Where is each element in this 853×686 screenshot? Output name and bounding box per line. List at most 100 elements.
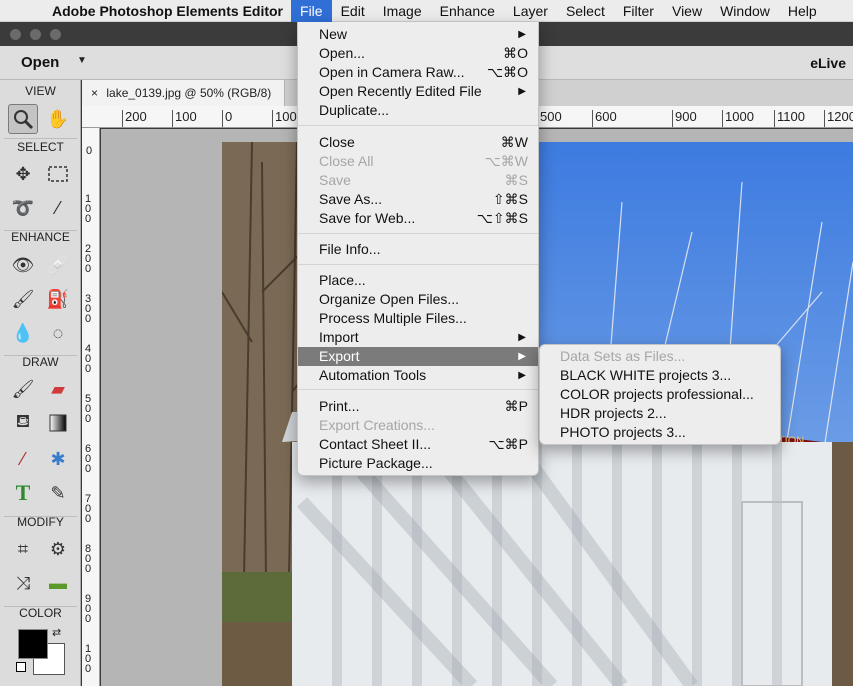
menu-item-open-recent[interactable]: Open Recently Edited File ▶ — [298, 82, 538, 101]
ruler-label: 900 — [672, 110, 697, 127]
ruler-label: 9 0 0 — [84, 593, 92, 625]
menu-item-save-for-web[interactable]: Save for Web... ⌥⇧⌘S — [298, 209, 538, 228]
default-colors-icon[interactable] — [16, 662, 26, 672]
menu-separator — [298, 233, 538, 234]
menu-item-close[interactable]: Close ⌘W — [298, 133, 538, 152]
menu-item-import[interactable]: Import ▶ — [298, 328, 538, 347]
ruler-label: 1 0 0 — [84, 193, 92, 225]
ruler-label: 200 — [122, 110, 147, 127]
ruler-label: 100 — [272, 110, 297, 127]
type-tool-icon[interactable]: T — [8, 478, 38, 508]
menu-item-export[interactable]: Export ▶ — [298, 347, 538, 366]
blur-tool-icon[interactable]: 💧 — [8, 318, 38, 348]
elive-button[interactable]: eLive — [810, 55, 846, 71]
marquee-tool-icon[interactable] — [43, 159, 73, 189]
lasso-tool-icon[interactable]: ➰ — [8, 193, 38, 223]
menu-edit[interactable]: Edit — [332, 0, 374, 22]
menu-item-open-camera-raw[interactable]: Open in Camera Raw... ⌥⌘O — [298, 63, 538, 82]
zoom-tool-icon[interactable] — [8, 104, 38, 134]
menu-separator — [298, 125, 538, 126]
ruler-label: 2 0 0 — [84, 243, 92, 275]
menu-separator — [298, 389, 538, 390]
submenu-arrow-icon: ▶ — [518, 332, 526, 343]
submenu-item-bw-projects[interactable]: BLACK WHITE projects 3... — [540, 366, 780, 385]
ruler-label: 600 — [592, 110, 617, 127]
paint-bucket-tool-icon[interactable]: ⛾ — [8, 408, 38, 438]
section-view-label: VIEW — [25, 84, 56, 98]
ruler-label: 0 — [222, 110, 232, 127]
ruler-label: 8 0 0 — [84, 543, 92, 575]
open-dropdown-icon[interactable]: ▼ — [77, 55, 87, 66]
menu-layer[interactable]: Layer — [504, 0, 557, 22]
magic-wand-tool-icon[interactable]: ⁄ — [43, 193, 73, 223]
sponge-tool-icon[interactable]: ◌ — [43, 318, 73, 348]
menu-item-place[interactable]: Place... — [298, 271, 538, 290]
smart-brush-tool-icon[interactable]: 🖌 — [8, 284, 38, 314]
menu-item-organize-open-files[interactable]: Organize Open Files... — [298, 290, 538, 309]
submenu-arrow-icon: ▶ — [518, 370, 526, 381]
menu-enhance[interactable]: Enhance — [431, 0, 504, 22]
zoom-window-button[interactable] — [50, 29, 61, 40]
eyedropper-tool-icon[interactable]: ⁄ — [8, 444, 38, 474]
recompose-tool-icon[interactable]: ⚙ — [43, 534, 73, 564]
content-aware-move-tool-icon[interactable]: ⤨ — [8, 568, 38, 598]
menu-view[interactable]: View — [663, 0, 711, 22]
menu-item-print[interactable]: Print... ⌘P — [298, 397, 538, 416]
section-enhance-label: ENHANCE — [11, 230, 70, 244]
hand-tool-icon[interactable]: ✋ — [43, 104, 73, 134]
ruler-label: 6 0 0 — [84, 443, 92, 475]
eraser-tool-icon[interactable]: ▰ — [43, 374, 73, 404]
foreground-color-swatch[interactable] — [18, 629, 48, 659]
ruler-label: 1200 — [824, 110, 853, 127]
ruler-label: 1000 — [722, 110, 754, 127]
divider — [4, 138, 77, 139]
healing-brush-tool-icon[interactable]: 🩹 — [43, 250, 73, 280]
brush-tool-icon[interactable]: 🖌 — [8, 374, 38, 404]
crop-tool-icon[interactable]: ⌗ — [8, 534, 38, 564]
close-window-button[interactable] — [10, 29, 21, 40]
swap-colors-icon[interactable]: ⇄ — [52, 626, 61, 639]
ruler-left: 0 1 0 0 2 0 0 3 0 0 4 0 0 5 0 0 6 0 0 7 … — [82, 128, 100, 686]
section-color-label: COLOR — [19, 606, 62, 620]
menu-item-open[interactable]: Open... ⌘O — [298, 44, 538, 63]
menu-select[interactable]: Select — [557, 0, 614, 22]
menu-item-process-multiple-files[interactable]: Process Multiple Files... — [298, 309, 538, 328]
move-tool-icon[interactable]: ✥ — [8, 159, 38, 189]
pencil-tool-icon[interactable]: ✎ — [43, 478, 73, 508]
submenu-item-color-projects[interactable]: COLOR projects professional... — [540, 385, 780, 404]
custom-shape-tool-icon[interactable]: ✱ — [43, 444, 73, 474]
ruler-label: 1 0 0 — [84, 643, 92, 675]
ruler-label: 1100 — [774, 110, 805, 127]
submenu-item-hdr-projects[interactable]: HDR projects 2... — [540, 404, 780, 423]
app-name-menu[interactable]: Adobe Photoshop Elements Editor — [36, 3, 291, 19]
menu-item-new[interactable]: New ▶ — [298, 25, 538, 44]
submenu-item-data-sets: Data Sets as Files... — [560, 348, 686, 364]
menu-help[interactable]: Help — [779, 0, 826, 22]
menu-image[interactable]: Image — [374, 0, 431, 22]
menu-item-export-creations: Export Creations... — [319, 417, 435, 433]
menu-item-automation-tools[interactable]: Automation Tools ▶ — [298, 366, 538, 385]
menu-item-duplicate[interactable]: Duplicate... — [298, 101, 538, 120]
menu-item-picture-package[interactable]: Picture Package... — [298, 454, 538, 473]
minimize-window-button[interactable] — [30, 29, 41, 40]
gradient-tool-icon[interactable] — [43, 408, 73, 438]
menu-window[interactable]: Window — [711, 0, 779, 22]
file-menu: New ▶ Open... ⌘O Open in Camera Raw... ⌥⌘O … — [297, 22, 539, 476]
document-tab[interactable]: × lake_0139.jpg @ 50% (RGB/8) — [82, 80, 285, 106]
menu-item-save-as[interactable]: Save As... ⇧⌘S — [298, 190, 538, 209]
menu-file[interactable]: File — [291, 0, 332, 22]
menu-item-contact-sheet[interactable]: Contact Sheet II... ⌥⌘P — [298, 435, 538, 454]
submenu-item-photo-projects[interactable]: PHOTO projects 3... — [540, 423, 780, 442]
close-tab-icon[interactable]: × — [91, 86, 98, 100]
straighten-tool-icon[interactable]: ▬ — [43, 568, 73, 598]
submenu-arrow-icon: ▶ — [518, 351, 526, 362]
menu-item-file-info[interactable]: File Info... — [298, 240, 538, 259]
menu-filter[interactable]: Filter — [614, 0, 663, 22]
document-tab-title: lake_0139.jpg @ 50% (RGB/8) — [106, 86, 272, 100]
red-eye-tool-icon[interactable]: 👁 — [8, 250, 38, 280]
menu-bar: Adobe Photoshop Elements Editor File Edi… — [0, 0, 853, 22]
export-submenu: Data Sets as Files... BLACK WHITE projec… — [539, 344, 781, 445]
open-button[interactable]: Open — [21, 54, 59, 71]
ruler-label: 5 0 0 — [84, 393, 92, 425]
clone-stamp-tool-icon[interactable]: ⛽ — [43, 284, 73, 314]
